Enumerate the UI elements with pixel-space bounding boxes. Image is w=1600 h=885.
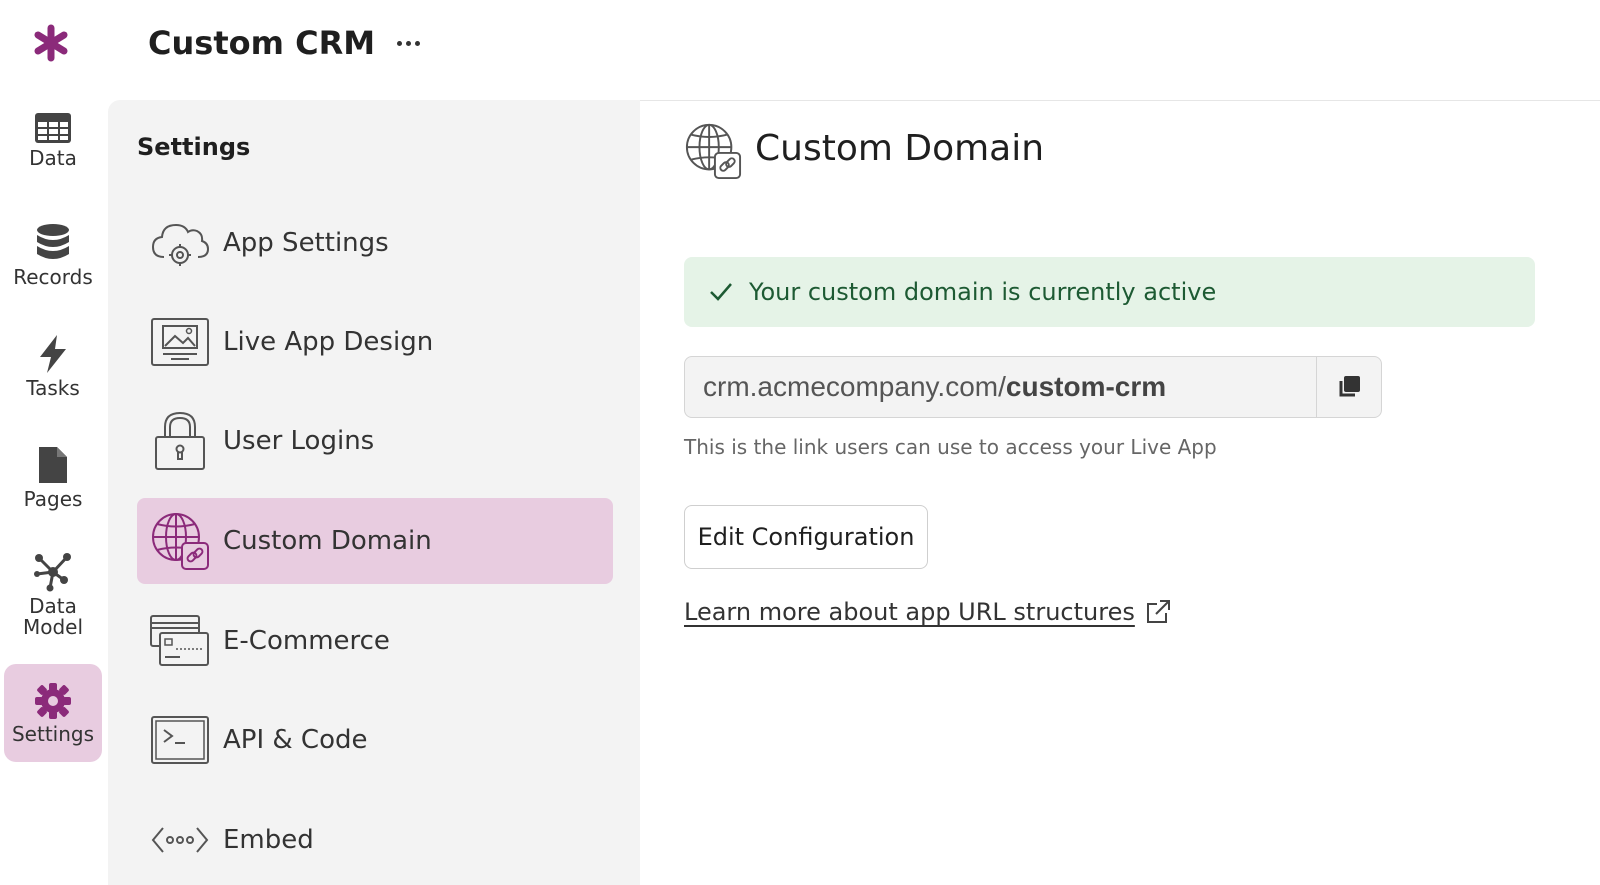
external-link-icon xyxy=(1145,599,1171,625)
header-divider xyxy=(640,100,1600,101)
database-icon xyxy=(37,224,69,259)
rail-item-pages[interactable]: Pages xyxy=(4,445,102,527)
settings-item-label: API & Code xyxy=(223,725,368,755)
settings-item-app-settings[interactable]: App Settings xyxy=(137,200,613,286)
embed-code-icon xyxy=(149,809,211,871)
url-text[interactable]: crm.acmecompany.com/custom-crm xyxy=(685,371,1316,403)
settings-item-label: Custom Domain xyxy=(223,526,432,556)
copy-icon xyxy=(1339,376,1360,397)
asterisk-logo-icon[interactable] xyxy=(30,22,72,64)
settings-item-label: App Settings xyxy=(223,228,389,258)
settings-item-live-app-design[interactable]: Live App Design xyxy=(137,299,613,385)
rail-label: Records xyxy=(13,265,93,289)
settings-item-user-logins[interactable]: User Logins xyxy=(137,398,613,484)
cloud-gear-icon xyxy=(149,212,211,274)
settings-item-label: Live App Design xyxy=(223,327,434,357)
globe-link-icon xyxy=(149,510,211,572)
monitor-image-icon xyxy=(149,311,211,373)
rail-label: Pages xyxy=(23,487,83,511)
gear-icon xyxy=(35,682,71,719)
page-title: Custom Domain xyxy=(755,128,1045,169)
url-domain: crm.acmecompany.com/ xyxy=(703,371,1006,402)
lightning-icon xyxy=(40,335,66,373)
learn-more-link[interactable]: Learn more about app URL structures xyxy=(684,598,1171,626)
settings-item-label: User Logins xyxy=(223,426,375,456)
rail-label: Tasks xyxy=(26,376,80,400)
copy-button[interactable] xyxy=(1316,357,1381,417)
settings-item-label: E-Commerce xyxy=(223,626,390,656)
rail-item-data[interactable]: Data xyxy=(4,112,102,192)
more-horizontal-icon[interactable] xyxy=(388,28,428,58)
rail-item-records[interactable]: Records xyxy=(4,223,102,305)
network-icon xyxy=(34,553,71,592)
settings-item-custom-domain[interactable]: Custom Domain xyxy=(137,498,613,584)
status-text: Your custom domain is currently active xyxy=(749,278,1217,306)
settings-item-api-code[interactable]: API & Code xyxy=(137,697,613,783)
rail-item-data-model[interactable]: Data Model xyxy=(4,552,102,652)
edit-configuration-button[interactable]: Edit Configuration xyxy=(684,505,928,569)
settings-item-embed[interactable]: Embed xyxy=(137,797,613,883)
app-title: Custom CRM xyxy=(148,24,376,62)
settings-title: Settings xyxy=(137,133,251,161)
page-icon xyxy=(39,447,67,483)
learn-more-text[interactable]: Learn more about app URL structures xyxy=(684,598,1135,626)
url-path: custom-crm xyxy=(1005,371,1167,402)
terminal-icon xyxy=(149,709,211,771)
padlock-icon xyxy=(149,410,211,472)
credit-card-icon xyxy=(149,610,211,672)
settings-item-label: Embed xyxy=(223,825,314,855)
rail-label: Data xyxy=(29,146,77,170)
check-icon xyxy=(709,282,733,302)
table-icon xyxy=(35,113,71,143)
rail-label: Data Model xyxy=(22,594,84,639)
settings-item-e-commerce[interactable]: E-Commerce xyxy=(137,598,613,684)
rail-label: Settings xyxy=(11,721,95,746)
globe-link-icon xyxy=(684,122,742,180)
url-help-text: This is the link users can use to access… xyxy=(684,435,1217,459)
rail-item-settings[interactable]: Settings xyxy=(4,664,102,762)
status-banner: Your custom domain is currently active xyxy=(684,257,1535,327)
domain-url-field[interactable]: crm.acmecompany.com/custom-crm xyxy=(684,356,1382,418)
rail-item-tasks[interactable]: Tasks xyxy=(4,334,102,416)
